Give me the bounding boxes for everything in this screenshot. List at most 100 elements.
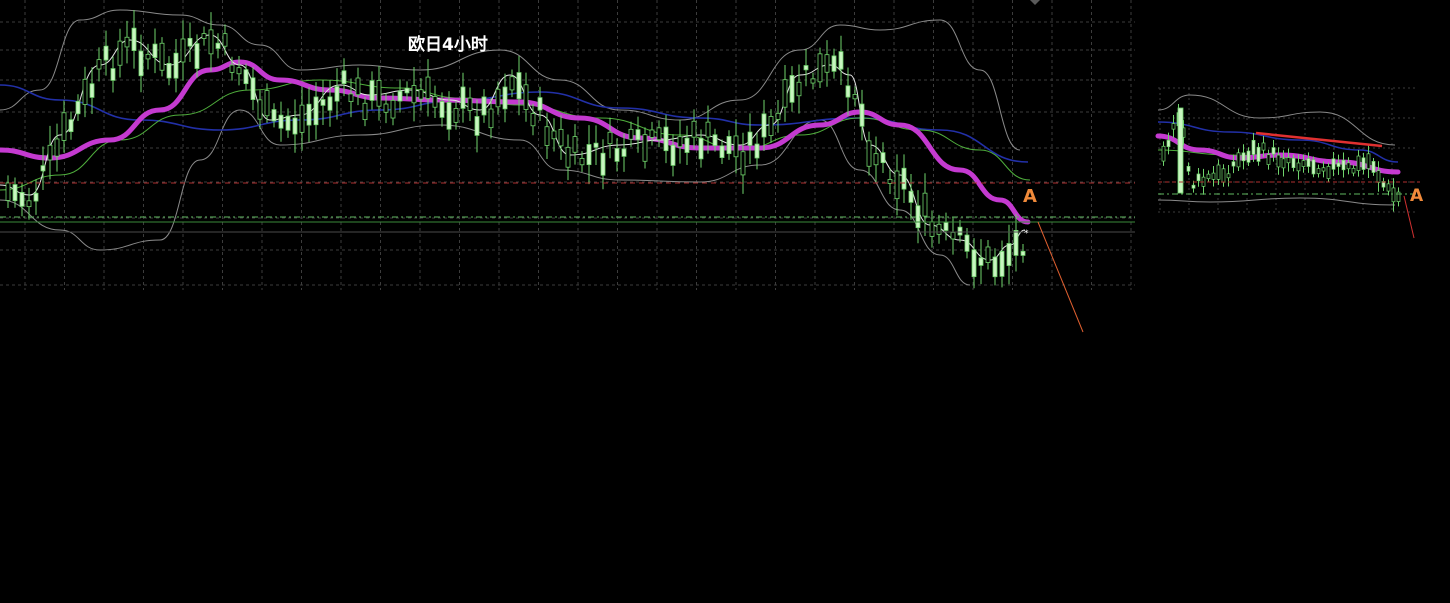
mini-candle-body <box>1306 158 1311 167</box>
candle-body <box>579 157 585 166</box>
candle-body <box>306 103 312 126</box>
candle-body <box>355 77 361 96</box>
candle-body <box>761 113 767 138</box>
mini-candle-body <box>1301 160 1306 167</box>
mini-candle-body <box>1331 158 1336 170</box>
candle-body <box>138 50 144 77</box>
mini-candle-body <box>1271 147 1276 155</box>
candle-body <box>964 234 970 252</box>
mini-candle-body <box>1361 157 1366 170</box>
candle-body <box>586 144 592 166</box>
mini-candle-body <box>1266 154 1271 165</box>
candle-body <box>929 221 935 237</box>
mini-candle-body <box>1246 150 1251 163</box>
candle-body <box>971 249 977 278</box>
candle-body <box>600 152 606 176</box>
mini-candle-body <box>1351 167 1356 174</box>
mini-candle-body <box>1291 157 1296 169</box>
candle-body <box>33 192 39 202</box>
support-lines: * <box>0 182 1135 333</box>
candle-body <box>901 167 907 190</box>
mini-candle-body <box>1281 158 1286 169</box>
candle-body <box>89 83 95 98</box>
candle-body <box>68 119 74 133</box>
candle-body <box>124 36 130 48</box>
candle-body <box>117 40 123 66</box>
bollinger-lower <box>0 109 971 286</box>
candle-body <box>789 75 795 103</box>
candle-body <box>19 192 25 207</box>
projection-line <box>1037 221 1084 333</box>
mini-candle-body <box>1261 142 1266 151</box>
mini-candle-body <box>1336 162 1341 167</box>
candle-body <box>635 129 641 141</box>
candle-body <box>96 59 102 70</box>
candle-body <box>5 182 11 201</box>
candle-body <box>173 52 179 79</box>
candle-body <box>614 148 620 162</box>
candle-body <box>642 134 648 162</box>
candle-body <box>992 256 998 278</box>
candle-body <box>747 131 753 146</box>
candle-body <box>61 112 67 141</box>
candle-body <box>572 136 578 153</box>
candle-body <box>698 137 704 160</box>
mini-candle-body <box>1221 168 1226 183</box>
candle-body <box>348 93 354 103</box>
candle-body <box>684 137 690 153</box>
mini-candle-body <box>1211 172 1216 180</box>
mini-candle-body <box>1346 162 1351 170</box>
candle-body <box>320 99 326 106</box>
mini-candle-body <box>1161 145 1166 162</box>
mini-candle-body <box>1166 139 1171 148</box>
mini-candle-body <box>1216 164 1221 180</box>
candle-body <box>544 126 550 146</box>
mini-candle-body <box>1226 173 1231 179</box>
candle-body <box>257 99 263 120</box>
candle-body <box>670 144 676 166</box>
mini-candle-body <box>1206 173 1211 180</box>
candle-body <box>810 78 816 84</box>
candle-body <box>285 115 291 131</box>
mini-candle-body <box>1376 170 1381 183</box>
candle-body <box>236 67 242 75</box>
candle-body <box>705 121 711 138</box>
candle-body <box>719 145 725 158</box>
candle-body <box>621 148 627 157</box>
mini-candle-body <box>1386 183 1391 192</box>
candle-body <box>803 65 809 71</box>
candle-body <box>551 130 557 140</box>
mini-candle-body <box>1341 159 1346 171</box>
ma-blue-line <box>0 84 1029 163</box>
candle-body <box>677 136 683 148</box>
candle-body <box>908 190 914 203</box>
candle-body <box>607 131 613 145</box>
candle-body <box>383 103 389 113</box>
mini-candle-body <box>1371 161 1376 173</box>
mini-candle-body <box>1366 153 1371 169</box>
candle-body <box>369 80 375 101</box>
candle-body <box>880 152 886 164</box>
candle-body <box>103 45 109 61</box>
candle-body <box>502 86 508 110</box>
mini-candle-body <box>1326 166 1331 179</box>
candle-body <box>271 109 277 122</box>
candle-body <box>733 135 739 158</box>
candle-body <box>110 68 116 81</box>
candle-body <box>565 146 571 168</box>
candle-body <box>12 184 18 202</box>
candle-body <box>817 53 823 83</box>
candle-body <box>656 127 662 141</box>
candle-body <box>47 144 53 161</box>
candle-body <box>740 151 746 176</box>
candle-body <box>159 42 165 71</box>
candle-body <box>845 85 851 98</box>
candle-body <box>978 257 984 266</box>
candle-body <box>859 103 865 127</box>
candle-body <box>229 64 235 73</box>
candle-body <box>796 81 802 97</box>
candle-body <box>775 112 781 120</box>
candle-body <box>418 89 424 100</box>
marker-label-a: A <box>1023 186 1037 207</box>
candle-body <box>453 108 459 123</box>
